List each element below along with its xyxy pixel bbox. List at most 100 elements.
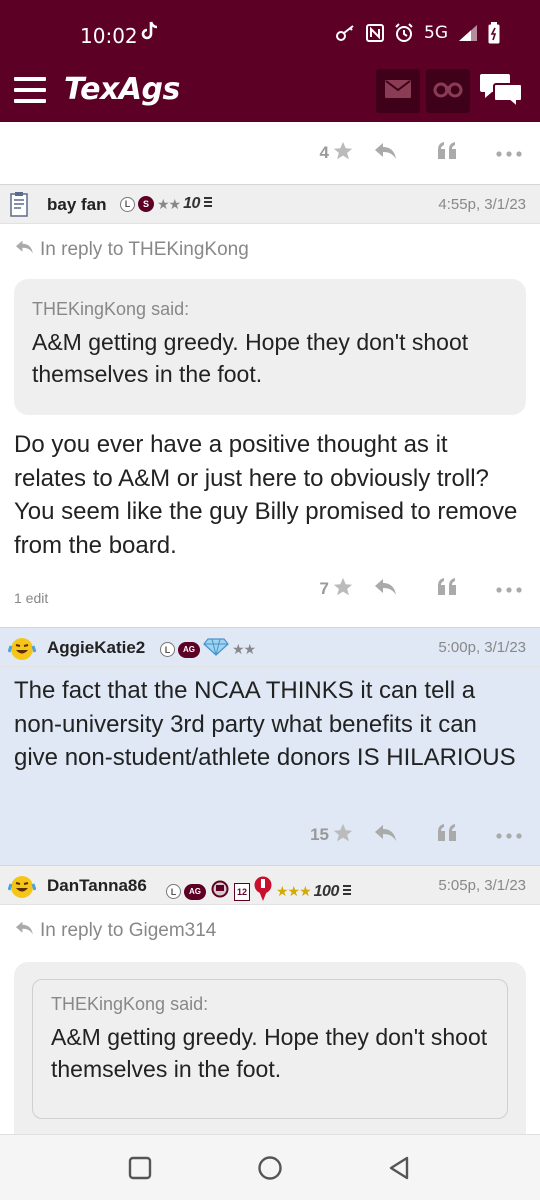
more-icon	[496, 144, 522, 162]
quote-text: A&M getting greedy. Hope they don't shoo…	[32, 329, 469, 388]
star-icon	[332, 822, 354, 849]
reply-arrow-icon	[14, 239, 34, 261]
exclamation-icon	[253, 876, 273, 907]
tier-bars-icon	[203, 195, 213, 213]
post-body: The fact that the NCAA THINKS it can tel…	[14, 677, 516, 772]
avatar[interactable]	[7, 635, 37, 661]
badge-ag: AG	[184, 883, 206, 900]
tiktok-icon	[140, 20, 160, 48]
like-count: 4	[319, 143, 329, 162]
home-icon[interactable]	[257, 1155, 283, 1181]
quote-author: THEKingKong said:	[51, 994, 209, 1014]
binoculars-button[interactable]	[426, 69, 470, 113]
post-actions: 7	[284, 574, 540, 604]
quote-icon	[436, 823, 458, 848]
status-icons: 5G	[336, 22, 500, 44]
texags-logo[interactable]: TexAgs	[64, 72, 180, 107]
username[interactable]: DanTanna86	[47, 876, 147, 896]
reply-arrow-icon	[14, 920, 34, 942]
quote-box: THEKingKong said: A&M getting greedy. Ho…	[32, 979, 508, 1119]
menu-icon[interactable]	[14, 77, 46, 103]
nfc-icon	[366, 24, 384, 42]
more-icon	[496, 826, 522, 844]
like-count: 15	[310, 825, 329, 844]
quote-icon	[436, 141, 458, 166]
reply-button[interactable]	[354, 823, 416, 848]
reply-to-link[interactable]: In reply to THEKingKong	[14, 239, 249, 261]
like-button[interactable]: 4	[284, 140, 354, 167]
key-icon	[336, 24, 356, 42]
quote-box: THEKingKong said: A&M getting greedy. Ho…	[14, 279, 526, 415]
reply-icon	[373, 577, 397, 602]
more-button[interactable]	[478, 580, 540, 598]
diamond-icon	[203, 638, 229, 661]
post-timestamp: 4:55p, 3/1/23	[438, 196, 526, 213]
ring-icon	[209, 880, 231, 903]
thread-content[interactable]: 4 bay fan L S ★★ 10 4:55p, 3/1/23 In rep…	[0, 122, 540, 1134]
system-nav-bar	[0, 1134, 540, 1200]
reply-button[interactable]	[354, 577, 416, 602]
user-tier: 100	[313, 882, 340, 900]
post-actions: 15	[284, 820, 540, 850]
like-button[interactable]: 7	[284, 576, 354, 603]
badge-l: L	[166, 884, 181, 899]
back-icon[interactable]	[386, 1155, 412, 1181]
quote-icon	[436, 577, 458, 602]
reply-to-text: In reply to THEKingKong	[40, 239, 249, 260]
status-bar: 10:02 5G	[0, 0, 540, 60]
quote-text: A&M getting greedy. Hope they don't shoo…	[51, 1024, 488, 1083]
mail-icon	[385, 79, 411, 103]
post-header: bay fan L S ★★ 10 4:55p, 3/1/23	[0, 184, 540, 224]
reply-icon	[373, 823, 397, 848]
quote-button[interactable]	[416, 141, 478, 166]
alarm-icon	[394, 23, 414, 43]
post-timestamp: 5:00p, 3/1/23	[438, 639, 526, 656]
username[interactable]: AggieKatie2	[47, 638, 145, 658]
star-icon	[332, 140, 354, 167]
badge-12: 12	[234, 882, 250, 901]
chat-button[interactable]	[480, 70, 524, 115]
reply-icon	[373, 141, 397, 166]
user-tier: 10	[183, 195, 200, 212]
recents-icon[interactable]	[128, 1156, 152, 1180]
user-badges: L S ★★ 10	[120, 195, 213, 213]
user-stars: ★★	[232, 641, 256, 657]
quote-button[interactable]	[416, 577, 478, 602]
signal-icon	[458, 24, 478, 42]
reply-to-text: In reply to Gigem314	[40, 920, 217, 941]
more-icon	[496, 580, 522, 598]
user-stars: ★★★	[276, 883, 312, 899]
binoculars-icon	[433, 80, 463, 103]
avatar[interactable]	[7, 873, 37, 899]
user-badges: L AG 12 ★★★ 100	[166, 876, 352, 907]
quote-author: THEKingKong said:	[32, 299, 190, 319]
chat-icon	[480, 74, 524, 114]
more-button[interactable]	[478, 144, 540, 162]
reply-button[interactable]	[354, 141, 416, 166]
user-stars: ★★	[157, 195, 181, 212]
badge-l: L	[160, 642, 175, 657]
badge-s: S	[138, 196, 154, 212]
post-header: DanTanna86 L AG 12 ★★★ 100 5:05p, 3/1/23	[0, 865, 540, 905]
avatar[interactable]	[8, 192, 36, 218]
app-bar: TexAgs	[0, 60, 540, 122]
network-label: 5G	[424, 23, 448, 43]
tier-bars-icon	[342, 883, 352, 901]
badge-l: L	[120, 196, 135, 212]
badge-ag: AG	[178, 641, 200, 658]
more-button[interactable]	[478, 826, 540, 844]
prev-post-actions: 4	[284, 138, 540, 168]
star-icon	[332, 576, 354, 603]
quote-button[interactable]	[416, 823, 478, 848]
post-timestamp: 5:05p, 3/1/23	[438, 877, 526, 894]
status-time: 10:02	[80, 24, 138, 48]
mail-button[interactable]	[376, 69, 420, 113]
user-badges: L AG ★★	[160, 638, 256, 661]
battery-icon	[488, 22, 500, 44]
reply-to-link[interactable]: In reply to Gigem314	[14, 920, 216, 942]
edit-count[interactable]: 1 edit	[14, 590, 48, 606]
username[interactable]: bay fan	[47, 195, 107, 215]
like-count: 7	[319, 579, 329, 598]
like-button[interactable]: 15	[284, 822, 354, 849]
post-header: AggieKatie2 L AG ★★ 5:00p, 3/1/23	[0, 627, 540, 667]
